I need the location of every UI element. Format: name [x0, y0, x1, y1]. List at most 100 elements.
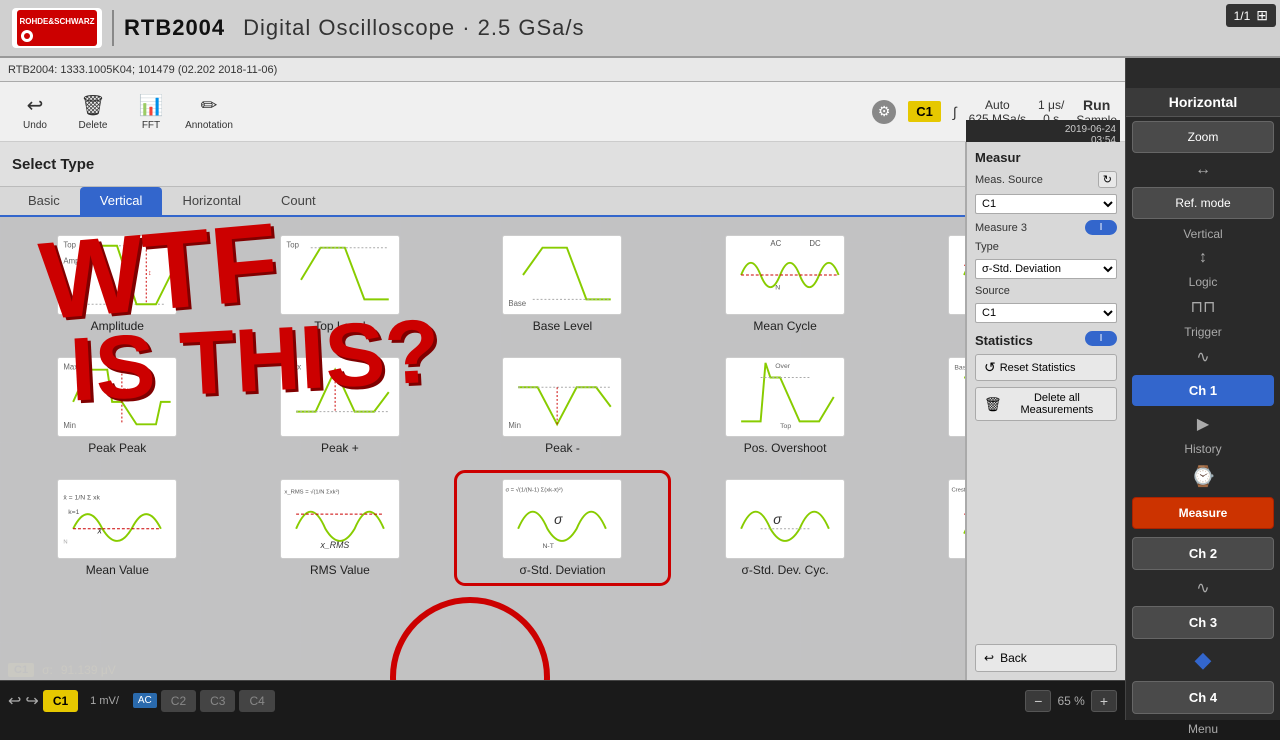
svg-text:Min: Min	[64, 421, 77, 430]
mrp-source2-select[interactable]: C1	[975, 303, 1117, 323]
measure-label-mean-value: Mean Value	[86, 563, 149, 577]
fft-label: FFT	[142, 120, 160, 131]
zoom-percent: 65 %	[1057, 694, 1084, 708]
measure-label-pos-overshoot: Pos. Overshoot	[744, 441, 827, 455]
measure-thumb-amplitude: Top Amp Base ↕	[57, 235, 177, 315]
measure-dialog: Select Type × Basic Vertical Horizontal …	[0, 142, 1125, 680]
svg-text:Min: Min	[509, 421, 522, 430]
back-button[interactable]: ↩ Back	[975, 644, 1117, 672]
svg-text:x_RMS: x_RMS	[319, 540, 349, 550]
delete-all-measurements-button[interactable]: 🗑 Delete all Measurements	[975, 387, 1117, 421]
measure-label-mean-cycle: Mean Cycle	[753, 319, 816, 333]
bottom-undo-button[interactable]: ↩	[8, 691, 21, 711]
measure-item-peak-plus[interactable]: Max Peak +	[235, 351, 446, 461]
svg-text:Top: Top	[780, 423, 791, 430]
horizontal-icon-row: ↔	[1126, 157, 1280, 183]
mrp-stats-toggle[interactable]: I	[1085, 331, 1117, 346]
measure-item-peak-peak[interactable]: Max Min Pk-Pk Peak Peak	[12, 351, 223, 461]
auto-label: Auto	[985, 98, 1010, 112]
fft-button[interactable]: 📊 FFT	[124, 86, 178, 138]
bottom-redo-button[interactable]: ↪	[25, 691, 38, 711]
measure-item-mean-value[interactable]: x̄ = 1/N Σ xk k=1 x̄ N Mean Value	[12, 473, 223, 583]
mrp-measure3-toggle[interactable]: I	[1085, 220, 1117, 235]
logic-icon: ⊓⊓	[1191, 297, 1216, 317]
mrp-type-row: Type	[975, 241, 1117, 253]
tab-count[interactable]: Count	[261, 187, 336, 217]
sine-icon-row: ∿	[1126, 574, 1280, 602]
trigger-icon-row: ∿	[1126, 343, 1280, 371]
undo-button[interactable]: ↩ Undo	[8, 86, 62, 138]
osc-container: RTB2004: 1333.1005K04; 101479 (02.202 20…	[0, 58, 1280, 720]
measure-item-std-dev-cyc[interactable]: σ σ-Std. Dev. Cyc.	[680, 473, 891, 583]
dialog-title: Select Type	[12, 156, 94, 173]
measure-label-base-level: Base Level	[533, 319, 592, 333]
measure-item-amplitude[interactable]: Top Amp Base ↕	[12, 229, 223, 339]
mrp-measure3-label: Measure 3	[975, 222, 1027, 234]
zoom-plus-button[interactable]: +	[1091, 690, 1117, 712]
horizontal-header: Horizontal	[1126, 88, 1280, 117]
logic-label: Logic	[1126, 271, 1280, 293]
corner-badge: 1/1 ⊞	[1226, 4, 1276, 27]
ref-mode-button[interactable]: Ref. mode	[1132, 187, 1274, 219]
mrp-type-select[interactable]: σ-Std. Deviation	[975, 259, 1117, 279]
zoom-minus-button[interactable]: −	[1025, 690, 1051, 712]
svg-text:Base: Base	[64, 295, 82, 304]
tab-horizontal[interactable]: Horizontal	[162, 187, 261, 217]
svg-text:x_RMS = √(1/N Σxk²): x_RMS = √(1/N Σxk²)	[284, 489, 339, 496]
svg-text:Top: Top	[286, 241, 299, 250]
delete-button[interactable]: 🗑 Delete	[66, 86, 120, 138]
header-title: RTB2004	[124, 15, 225, 41]
sine-icon: ∿	[1196, 578, 1209, 598]
measure-right-panel: Measur Meas. Source ↻ C1C2C3C4 Measure 3…	[965, 217, 1125, 680]
measure-thumb-mean-value: x̄ = 1/N Σ xk k=1 x̄ N	[57, 479, 177, 559]
measure-item-peak-minus[interactable]: Min Peak -	[457, 351, 668, 461]
dialog-main: Top Amp Base ↕	[0, 217, 1125, 680]
measure-label-amplitude: Amplitude	[91, 319, 144, 333]
svg-text:Amp: Amp	[64, 256, 81, 265]
status-bar: RTB2004: 1333.1005K04; 101479 (02.202 20…	[0, 58, 1125, 82]
ch2-button[interactable]: Ch 2	[1132, 537, 1274, 570]
gear-button[interactable]: ⚙	[872, 100, 896, 124]
reset-statistics-button[interactable]: ↺ Reset Statistics	[975, 354, 1117, 381]
svg-text:Top: Top	[64, 241, 77, 250]
measure-item-top-level[interactable]: Top Top Level	[235, 229, 446, 339]
ch1-button[interactable]: Ch 1	[1132, 375, 1274, 406]
measure-item-rms-value[interactable]: x_RMS = √(1/N Σxk²) x_RMS RMS Value	[235, 473, 446, 583]
bottom-ch1-button[interactable]: C1	[43, 690, 78, 712]
annotation-button[interactable]: ✏ Annotation	[182, 86, 236, 138]
run-label: Run	[1083, 97, 1110, 113]
mrp-source2-label: Source	[975, 285, 1010, 297]
bottom-ch2-button[interactable]: C2	[161, 690, 196, 712]
acquire-icon: ▶	[1197, 414, 1209, 434]
measure-item-std-deviation[interactable]: σ = √(1/(N-1) Σ(xk-x̄)²) σ N-T σ-Std. De…	[457, 473, 668, 583]
toolbar: ↩ Undo 🗑 Delete 📊 FFT ✏ Annotation ⚙ C1 …	[0, 82, 1125, 142]
vertical-label: Vertical	[1126, 223, 1280, 245]
svg-text:Base: Base	[509, 299, 527, 308]
bottom-ch3-button[interactable]: C3	[200, 690, 235, 712]
dialog-header: Select Type ×	[0, 142, 1125, 187]
ch4-button[interactable]: Ch 4	[1132, 681, 1274, 714]
measure-item-pos-overshoot[interactable]: Over Top Pos. Overshoot	[680, 351, 891, 461]
bottom-ch4-button[interactable]: C4	[239, 690, 274, 712]
main-panel: RTB2004: 1333.1005K04; 101479 (02.202 20…	[0, 58, 1125, 720]
measure-label-peak-peak: Peak Peak	[88, 441, 146, 455]
svg-text:AC: AC	[770, 239, 781, 248]
status-text: RTB2004: 1333.1005K04; 101479 (02.202 20…	[8, 64, 277, 76]
reset-stats-label: Reset Statistics	[1000, 362, 1076, 374]
delete-icon: 🗑	[80, 93, 105, 118]
tab-vertical[interactable]: Vertical	[80, 187, 163, 217]
measure-item-base-level[interactable]: Base Base Level	[457, 229, 668, 339]
ch3-button[interactable]: Ch 3	[1132, 606, 1274, 639]
measure-side-button[interactable]: Measure	[1132, 497, 1274, 529]
zoom-side-button[interactable]: Zoom	[1132, 121, 1274, 153]
reset-icon: ↺	[984, 359, 996, 376]
measure-item-mean-cycle[interactable]: AC DC N Mean Cycle	[680, 229, 891, 339]
tab-basic[interactable]: Basic	[8, 187, 80, 217]
annotation-label: Annotation	[185, 120, 233, 131]
measure-label-top-level: Top Level	[314, 319, 365, 333]
svg-text:ROHDE&SCHWARZ: ROHDE&SCHWARZ	[19, 17, 94, 26]
measure-label-std-deviation: σ-Std. Deviation	[519, 563, 605, 577]
measure-thumb-peak-minus: Min	[502, 357, 622, 437]
undo-icon: ↩	[27, 93, 44, 118]
grid-icon: ⊞	[1256, 7, 1268, 24]
